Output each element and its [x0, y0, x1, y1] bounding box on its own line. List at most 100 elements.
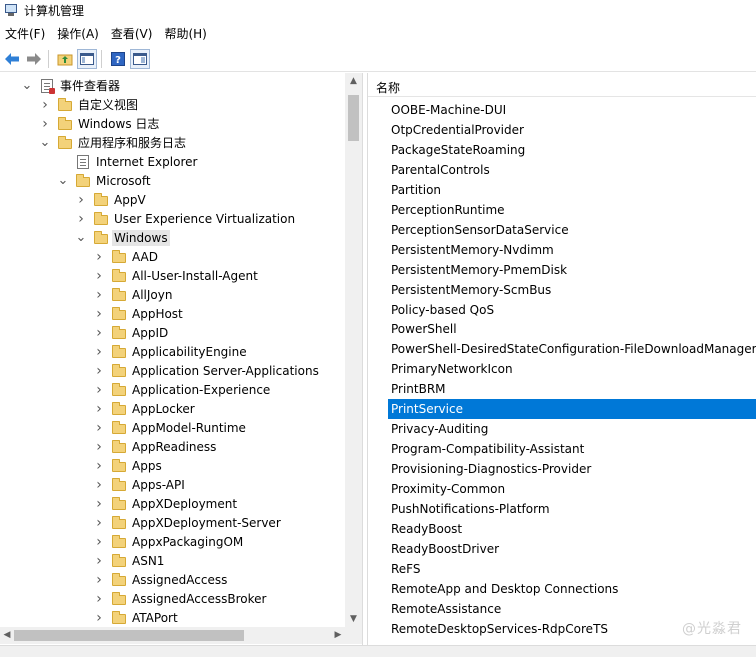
- tree-item[interactable]: › Apps-API: [94, 475, 187, 494]
- chevron-right-icon[interactable]: ›: [94, 515, 104, 531]
- list-item[interactable]: PerceptionSensorDataService: [388, 220, 756, 240]
- tree-item[interactable]: › AAD: [94, 247, 160, 266]
- properties-button[interactable]: [130, 48, 150, 69]
- menu-help[interactable]: 帮助(H): [158, 24, 212, 44]
- back-button[interactable]: [2, 49, 22, 69]
- chevron-right-icon[interactable]: ›: [94, 306, 104, 322]
- tree-item[interactable]: › AssignedAccess: [94, 570, 229, 589]
- chevron-right-icon[interactable]: ›: [94, 344, 104, 360]
- menu-file[interactable]: 文件(F): [0, 24, 51, 44]
- tree-item[interactable]: › ApplicabilityEngine: [94, 342, 249, 361]
- menu-view[interactable]: 查看(V): [105, 24, 159, 44]
- chevron-right-icon[interactable]: ›: [94, 439, 104, 455]
- list-item[interactable]: Privacy-Auditing: [388, 419, 756, 439]
- chevron-right-icon[interactable]: ›: [94, 496, 104, 512]
- chevron-down-icon[interactable]: ⌄: [40, 136, 51, 149]
- scroll-left-arrow-icon[interactable]: ◀: [0, 627, 14, 644]
- list-item[interactable]: Provisioning-Diagnostics-Provider: [388, 459, 756, 479]
- list-item[interactable]: PowerShell-DesiredStateConfiguration-Fil…: [388, 339, 756, 359]
- list-item[interactable]: PerceptionRuntime: [388, 200, 756, 220]
- chevron-right-icon[interactable]: ›: [94, 572, 104, 588]
- scroll-right-arrow-icon[interactable]: ▶: [331, 627, 345, 644]
- tree-item[interactable]: › AppModel-Runtime: [94, 418, 248, 437]
- tree-item[interactable]: › Application Server-Applications: [94, 361, 321, 380]
- list-item[interactable]: PrintBRM: [388, 379, 756, 399]
- tree-item[interactable]: › AppReadiness: [94, 437, 218, 456]
- chevron-right-icon[interactable]: ›: [94, 591, 104, 607]
- tree-item[interactable]: › AppHost: [94, 304, 185, 323]
- list-item[interactable]: ReadyBoostDriver: [388, 539, 756, 559]
- list-item[interactable]: Partition: [388, 180, 756, 200]
- list-item[interactable]: PersistentMemory-Nvdimm: [388, 240, 756, 260]
- chevron-right-icon[interactable]: ›: [94, 610, 104, 626]
- chevron-down-icon[interactable]: ⌄: [58, 174, 69, 187]
- list-item[interactable]: PersistentMemory-PmemDisk: [388, 260, 756, 280]
- list-item[interactable]: ReFS: [388, 559, 756, 579]
- chevron-right-icon[interactable]: ›: [76, 192, 86, 208]
- tree-vertical-scrollbar[interactable]: ▲ ▼: [345, 73, 362, 628]
- list-item[interactable]: Program-Compatibility-Assistant: [388, 439, 756, 459]
- tree-item[interactable]: ⌄ Microsoft: [58, 171, 153, 190]
- tree-item[interactable]: ⌄ 事件查看器: [22, 76, 122, 95]
- chevron-right-icon[interactable]: ›: [94, 420, 104, 436]
- tree-item[interactable]: › User Experience Virtualization: [76, 209, 297, 228]
- up-level-button[interactable]: [55, 49, 75, 69]
- tree-item[interactable]: › AppxPackagingOM: [94, 532, 245, 551]
- list-item[interactable]: Policy-based QoS: [388, 300, 756, 320]
- tree-item[interactable]: › AssignedAccessBroker: [94, 589, 268, 608]
- scroll-down-arrow-icon[interactable]: ▼: [345, 611, 362, 628]
- tree-item[interactable]: › AppLocker: [94, 399, 197, 418]
- scroll-thumb[interactable]: [348, 95, 359, 141]
- tree-item[interactable]: › AppXDeployment: [94, 494, 239, 513]
- show-hide-console-tree-button[interactable]: [77, 48, 97, 69]
- list-item[interactable]: PowerShell: [388, 319, 756, 339]
- chevron-right-icon[interactable]: ›: [40, 97, 50, 113]
- forward-button[interactable]: [24, 49, 44, 69]
- list-item[interactable]: PackageStateRoaming: [388, 140, 756, 160]
- chevron-right-icon[interactable]: ›: [94, 325, 104, 341]
- chevron-right-icon[interactable]: ›: [94, 268, 104, 284]
- tree-item[interactable]: › ASN1: [94, 551, 166, 570]
- column-header-name[interactable]: 名称: [368, 73, 756, 97]
- list-item[interactable]: OOBE-Machine-DUI: [388, 100, 756, 120]
- tree-item[interactable]: ⌄ Windows: [76, 228, 170, 247]
- chevron-right-icon[interactable]: ›: [94, 477, 104, 493]
- chevron-right-icon[interactable]: ›: [94, 458, 104, 474]
- chevron-right-icon[interactable]: ›: [94, 363, 104, 379]
- tree-item[interactable]: › Apps: [94, 456, 164, 475]
- tree-item[interactable]: › AppID: [94, 323, 170, 342]
- help-button[interactable]: ?: [108, 49, 128, 69]
- list-item[interactable]: Proximity-Common: [388, 479, 756, 499]
- chevron-down-icon[interactable]: ⌄: [76, 231, 87, 244]
- tree-item[interactable]: › AppV: [76, 190, 148, 209]
- tree-item[interactable]: › ATAPort: [94, 608, 180, 627]
- list-item[interactable]: ReadyBoost: [388, 519, 756, 539]
- list-item[interactable]: OtpCredentialProvider: [388, 120, 756, 140]
- tree-item[interactable]: › AppXDeployment-Server: [94, 513, 283, 532]
- list-item[interactable]: PushNotifications-Platform: [388, 499, 756, 519]
- chevron-right-icon[interactable]: ›: [94, 287, 104, 303]
- chevron-down-icon[interactable]: ⌄: [22, 79, 33, 92]
- list-item[interactable]: PrintService: [388, 399, 756, 420]
- tree-item[interactable]: › All-User-Install-Agent: [94, 266, 260, 285]
- list-item[interactable]: RemoteAssistance: [388, 599, 756, 619]
- tree-item[interactable]: › 自定义视图: [40, 95, 140, 114]
- list-item[interactable]: ParentalControls: [388, 160, 756, 180]
- scroll-thumb[interactable]: [14, 630, 244, 641]
- chevron-right-icon[interactable]: ›: [94, 553, 104, 569]
- tree-item[interactable]: ⌄ 应用程序和服务日志: [40, 133, 188, 152]
- tree-horizontal-scrollbar[interactable]: ◀ ▶: [0, 627, 345, 644]
- chevron-right-icon[interactable]: ›: [94, 401, 104, 417]
- tree-item[interactable]: › Windows 日志: [40, 114, 161, 133]
- list-item[interactable]: PersistentMemory-ScmBus: [388, 280, 756, 300]
- chevron-right-icon[interactable]: ›: [40, 116, 50, 132]
- tree-item[interactable]: › AllJoyn: [94, 285, 174, 304]
- chevron-right-icon[interactable]: ›: [94, 534, 104, 550]
- chevron-right-icon[interactable]: ›: [94, 382, 104, 398]
- tree-item[interactable]: › Application-Experience: [94, 380, 272, 399]
- chevron-right-icon[interactable]: ›: [76, 211, 86, 227]
- list-item[interactable]: RemoteApp and Desktop Connections: [388, 579, 756, 599]
- chevron-right-icon[interactable]: ›: [94, 249, 104, 265]
- tree-item[interactable]: Internet Explorer: [58, 152, 199, 171]
- list-item[interactable]: PrimaryNetworkIcon: [388, 359, 756, 379]
